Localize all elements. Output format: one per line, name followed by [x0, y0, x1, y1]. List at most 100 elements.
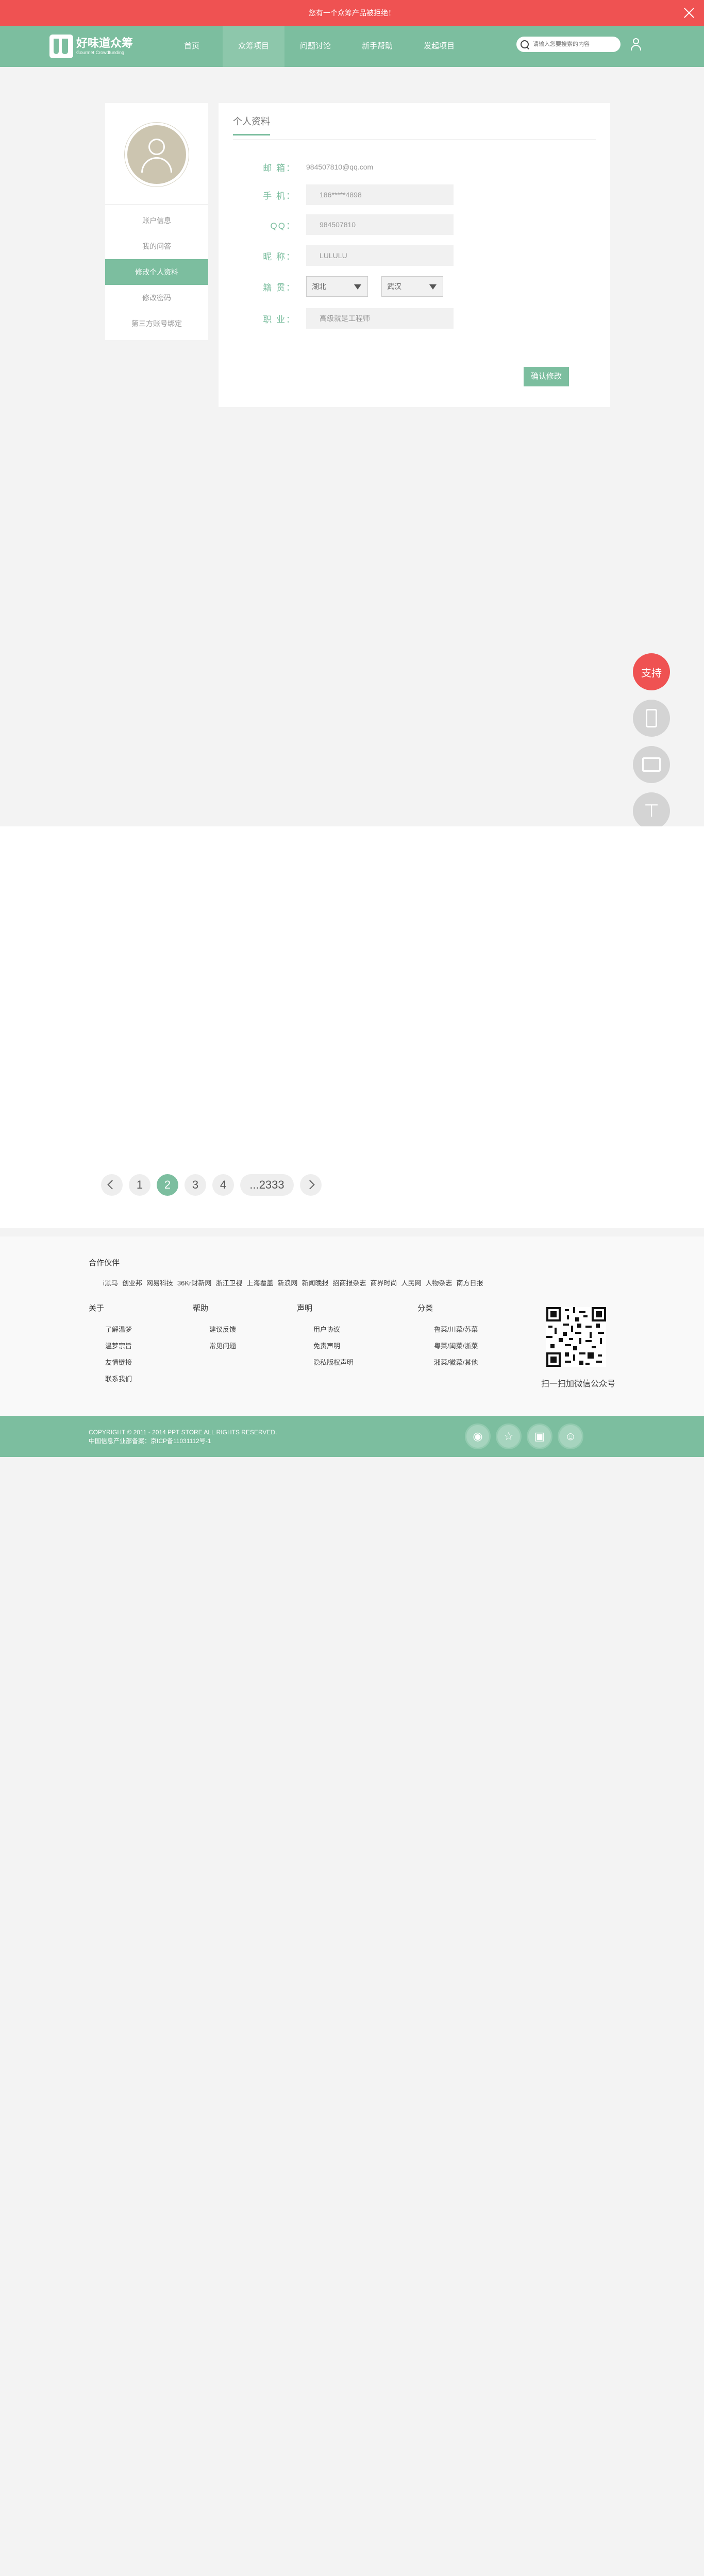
- phone-label: 手 机：: [263, 191, 296, 201]
- footer-link[interactable]: 用户协议: [313, 1321, 354, 1338]
- logo[interactable]: 好味道众筹 Gourmet Crowdfunding: [49, 34, 133, 59]
- sidebar-item-qa[interactable]: 我的问答: [105, 233, 208, 259]
- partner-link[interactable]: 人物杂志: [426, 1278, 452, 1287]
- search-box: [516, 37, 621, 52]
- sidebar-item-edit-profile[interactable]: 修改个人资料: [105, 259, 208, 285]
- footer-link[interactable]: 了解温梦: [105, 1321, 132, 1338]
- page-button[interactable]: 1: [129, 1174, 150, 1196]
- user-avatar-icon: [148, 139, 165, 155]
- mobile-button[interactable]: [633, 700, 670, 737]
- footer-link[interactable]: 鲁菜/川菜/苏菜: [434, 1321, 478, 1338]
- page-button[interactable]: 4: [212, 1174, 234, 1196]
- partner-link[interactable]: i黑马: [103, 1278, 118, 1287]
- copyright: COPYRIGHT © 2011 - 2014 PPT STORE ALL RI…: [89, 1428, 277, 1446]
- sidebar-item-third-party[interactable]: 第三方账号绑定: [105, 311, 208, 336]
- notification-text: 您有一个众筹产品被拒绝！: [309, 9, 395, 17]
- footer-col-title: 分类: [417, 1304, 433, 1313]
- account-sidebar: 账户信息 我的问答 修改个人资料 修改密码 第三方账号绑定: [105, 103, 208, 340]
- weibo-icon[interactable]: ◉: [465, 1423, 491, 1449]
- partner-link[interactable]: 创业邦: [122, 1278, 142, 1287]
- divider: [233, 139, 596, 140]
- nav-item-help[interactable]: 新手帮助: [346, 26, 408, 67]
- footer-col-statement: 声明 用户协议 免责声明 隐私版权声明: [297, 1302, 354, 1371]
- job-field[interactable]: [306, 308, 454, 329]
- caret-down-icon: [354, 284, 361, 290]
- logo-subtitle: Gourmet Crowdfunding: [76, 50, 125, 55]
- support-button[interactable]: 支持: [633, 653, 670, 690]
- footer-link[interactable]: 联系我们: [105, 1371, 132, 1387]
- footer-col-help: 帮助 建议反馈 常见问题: [193, 1302, 236, 1354]
- profile-panel: 个人资料 邮 箱： 984507810@qq.com 手 机： QQ： 昵 称：…: [219, 103, 610, 407]
- content-area: [0, 826, 704, 1228]
- page-button-last[interactable]: ...2333: [240, 1174, 294, 1196]
- footer-link[interactable]: 友情链接: [105, 1354, 132, 1371]
- province-value: 湖北: [312, 282, 326, 291]
- qr-caption: 扫一扫加微信公众号: [541, 1380, 616, 1388]
- icp-text: 中国信息产业部备案：京ICP备11031112号-1: [89, 1437, 211, 1445]
- nav-item-discussion[interactable]: 问题讨论: [284, 26, 346, 67]
- partner-link[interactable]: 上海覆盖: [246, 1278, 273, 1287]
- nav-item-home[interactable]: 首页: [161, 26, 223, 67]
- prev-page-button[interactable]: [101, 1174, 123, 1196]
- tab-profile[interactable]: 个人资料: [233, 114, 270, 135]
- partner-link[interactable]: 商界时尚: [370, 1278, 397, 1287]
- city-value: 武汉: [387, 282, 401, 291]
- partners-list: i黑马 创业邦 网易科技 36Kr财新网 浙江卫视 上海覆盖 新浪网 新闻晚报 …: [103, 1278, 488, 1287]
- partner-link[interactable]: 网易科技: [146, 1278, 173, 1287]
- pagination: 1 2 3 4 ...2333: [101, 1174, 328, 1196]
- footer-col-title: 帮助: [193, 1304, 209, 1313]
- bottom-bar: COPYRIGHT © 2011 - 2014 PPT STORE ALL RI…: [0, 1416, 704, 1457]
- partner-link[interactable]: 浙江卫视: [215, 1278, 242, 1287]
- partner-link[interactable]: 36Kr财新网: [177, 1278, 211, 1287]
- partner-link[interactable]: 新浪网: [277, 1278, 297, 1287]
- search-input[interactable]: [533, 41, 615, 47]
- divider: [105, 204, 208, 205]
- back-to-top-icon: ⊤: [644, 801, 659, 821]
- footer-link[interactable]: 建议反馈: [209, 1321, 236, 1338]
- footer-link[interactable]: 常见问题: [209, 1338, 236, 1354]
- partner-link[interactable]: 招商报杂志: [332, 1278, 366, 1287]
- partner-link[interactable]: 人民网: [401, 1278, 421, 1287]
- qq-label: QQ：: [270, 221, 296, 231]
- close-icon[interactable]: [683, 7, 695, 19]
- confirm-button[interactable]: 确认修改: [524, 367, 569, 386]
- partner-link[interactable]: 新闻晚报: [301, 1278, 328, 1287]
- back-to-top-button[interactable]: ⊤: [633, 792, 670, 829]
- sidebar-item-change-password[interactable]: 修改密码: [105, 285, 208, 311]
- page-button-current[interactable]: 2: [157, 1174, 178, 1196]
- nickname-field[interactable]: [306, 245, 454, 266]
- footer-link[interactable]: 粤菜/闽菜/浙菜: [434, 1338, 478, 1354]
- footer-col-title: 关于: [89, 1304, 105, 1313]
- phone-icon: [646, 709, 657, 727]
- footer-col-category: 分类 鲁菜/川菜/苏菜 粤菜/闽菜/浙菜 湘菜/徽菜/其他: [417, 1302, 478, 1371]
- footer-link[interactable]: 隐私版权声明: [313, 1354, 354, 1371]
- email-row: 邮 箱： 984507810@qq.com: [249, 157, 373, 177]
- nav-menu: 首页 众筹项目 问题讨论 新手帮助 发起项目: [161, 26, 470, 67]
- douban-icon[interactable]: ▣: [527, 1423, 552, 1449]
- message-icon: [642, 757, 661, 772]
- user-icon[interactable]: [629, 37, 643, 52]
- province-select[interactable]: 湖北: [306, 276, 368, 297]
- avatar[interactable]: [125, 123, 189, 187]
- nav-item-launch[interactable]: 发起项目: [408, 26, 470, 67]
- caret-down-icon: [429, 284, 437, 290]
- next-page-button[interactable]: [300, 1174, 322, 1196]
- city-select[interactable]: 武汉: [381, 276, 443, 297]
- footer-col-about: 关于 了解温梦 温梦宗旨 友情链接 联系我们: [89, 1302, 132, 1387]
- footer-link[interactable]: 温梦宗旨: [105, 1338, 132, 1354]
- search-icon[interactable]: [521, 40, 529, 48]
- phone-field[interactable]: [306, 184, 454, 205]
- message-button[interactable]: [633, 746, 670, 783]
- footer-link[interactable]: 湘菜/徽菜/其他: [434, 1354, 478, 1371]
- nav-item-projects[interactable]: 众筹项目: [223, 26, 284, 67]
- sidebar-item-account[interactable]: 账户信息: [105, 208, 208, 233]
- location-label: 籍 贯：: [263, 282, 296, 293]
- footer-link[interactable]: 免责声明: [313, 1338, 354, 1354]
- star-icon[interactable]: ☆: [496, 1423, 522, 1449]
- partners-title: 合作伙伴: [89, 1259, 120, 1267]
- qq-field[interactable]: [306, 214, 454, 235]
- partner-link[interactable]: 南方日报: [457, 1278, 483, 1287]
- page-button[interactable]: 3: [185, 1174, 206, 1196]
- qq-row: QQ：: [249, 214, 454, 235]
- wechat-icon[interactable]: ☺: [558, 1423, 583, 1449]
